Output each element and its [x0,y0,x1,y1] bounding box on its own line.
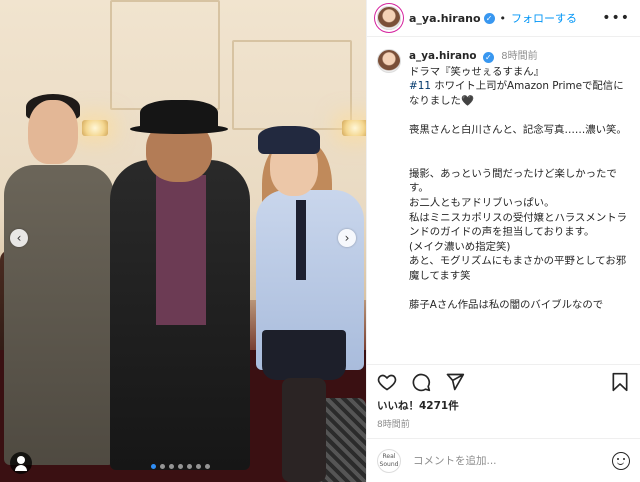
username-link[interactable]: a_ya.hirano [409,12,481,25]
carousel-dot [205,464,210,469]
carousel-prev-button[interactable]: ‹ [10,229,28,247]
follow-button[interactable]: フォローする [511,10,577,26]
caption-line: あと、モグリズムにもまさかの平野としてお邪魔してます笑 [409,255,627,282]
verified-badge-icon: ✓ [482,52,494,63]
likes-count[interactable]: いいね！4271件 [367,398,640,413]
caption-line: お二人ともアドリブいっぱい。 [409,196,555,209]
posted-time[interactable]: 8時間前 [367,413,640,438]
caption-text: ホワイト上司がAmazon Primeで配信になりました🖤 [409,80,624,107]
person-center-vest [156,175,206,325]
comment-bar: Real Sound [367,438,640,482]
caption-line [409,108,630,123]
post-side-panel: a_ya.hirano ✓ • フォローする ••• a_ya.hirano ✓… [366,0,640,482]
separator: • [499,11,507,25]
caption-line: 私はミニスカポリスの受付嬢とハラスメントランドのガイドの声を担当しております。 [409,211,627,239]
post-photo[interactable]: ‹ › [0,0,366,482]
caption-line: 藤子Aさん作品は私の闇のバイブルなので [409,299,604,312]
caption-line: 撮影、あっという間だったけど楽しかったです。 [409,167,617,195]
caption-line [409,284,630,299]
hashtag-link[interactable]: #11 [409,80,434,92]
more-options-icon[interactable]: ••• [602,10,630,26]
caption-area: a_ya.hirano ✓ 8時間前 ドラマ『笑ゥせぇるすまん』 #11 ホワイト… [367,37,640,364]
wall-lamp [82,120,108,136]
caption-avatar[interactable] [377,49,401,73]
carousel-dot [178,464,183,469]
emoji-icon[interactable] [612,451,630,470]
caption-line [409,152,630,167]
caption-line: 喪黒さんと白川さんと、記念写真……濃い笑。 [409,123,627,136]
action-bar [367,364,640,398]
caption: a_ya.hirano ✓ 8時間前 ドラマ『笑ゥせぇるすまん』 #11 ホワイト… [409,49,630,364]
comment-input[interactable] [413,454,612,467]
person-center-hat [140,100,218,132]
wall-panel [232,40,352,130]
instagram-post-view: ‹ › a_ya.hirano ✓ • フォローする ••• a_ya.hira… [0,0,640,482]
wall-lamp [342,120,366,136]
tagged-user-icon[interactable] [10,452,32,474]
person-left-face [28,100,78,164]
caption-line [409,138,630,153]
caption-time: 8時間前 [501,51,538,62]
user-avatar[interactable] [377,6,401,30]
carousel-dot [169,464,174,469]
carousel-dot [160,464,165,469]
post-header: a_ya.hirano ✓ • フォローする ••• [367,0,640,37]
carousel-dot [196,464,201,469]
send-icon[interactable] [445,372,465,392]
carousel-dot [187,464,192,469]
person-right-tie [296,200,306,280]
person-right-legs [282,378,326,482]
carousel-next-button[interactable]: › [338,229,356,247]
wall-panel [110,0,220,110]
caption-line: #11 ホワイト上司がAmazon Primeで配信になりました🖤 [409,79,630,108]
bookmark-icon[interactable] [610,372,630,392]
comment-icon[interactable] [411,372,431,392]
person-right-skirt [262,330,346,380]
carousel-dot [151,464,156,469]
person-left-suit [4,165,114,465]
caption-username[interactable]: a_ya.hirano [409,50,477,62]
commenter-avatar: Real Sound [377,448,401,473]
verified-badge-icon: ✓ [483,12,495,24]
heart-icon[interactable] [377,372,397,392]
caption-line: (メイク濃いめ指定笑) [409,240,511,253]
caption-line: ドラマ『笑ゥせぇるすまん』 [409,65,545,78]
person-right-police-cap [258,126,320,154]
carousel-indicator [151,464,210,469]
caption-body: ドラマ『笑ゥせぇるすまん』 #11 ホワイト上司がAmazon Primeで配信に… [409,65,630,313]
